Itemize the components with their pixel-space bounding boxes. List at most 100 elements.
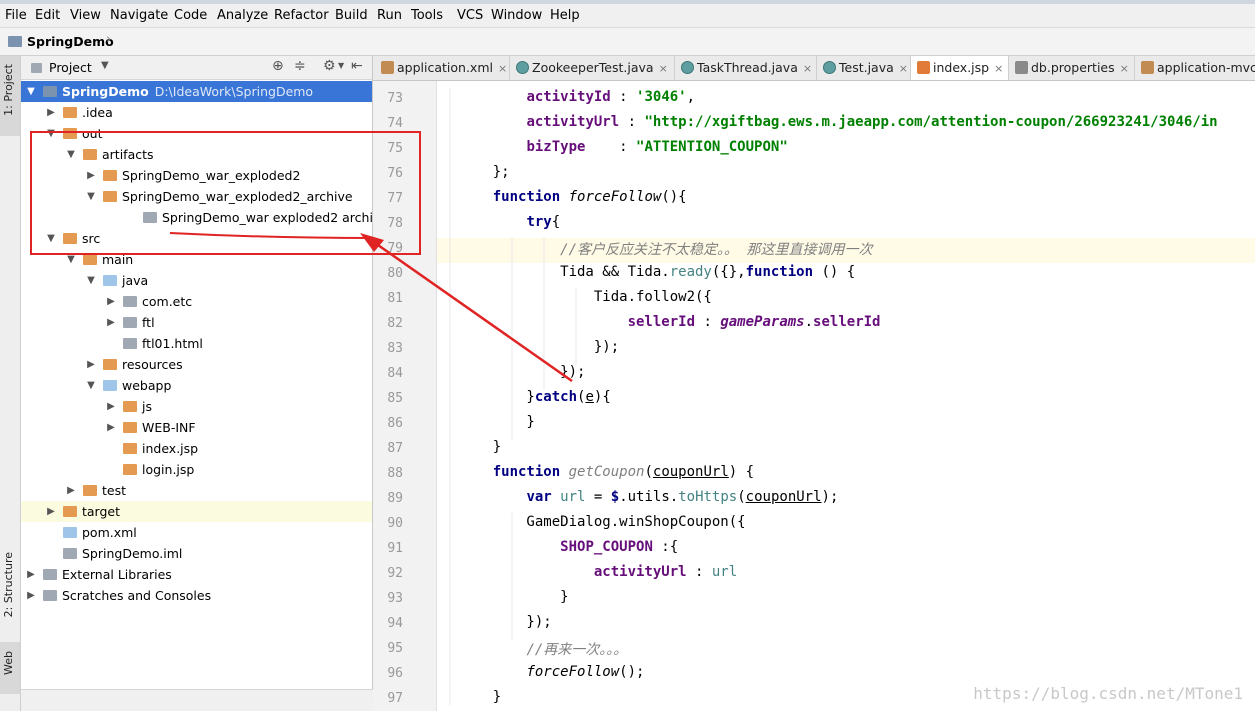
close-icon[interactable]: × <box>899 62 908 75</box>
chevron-down-icon[interactable]: ▼ <box>65 144 77 165</box>
editor-tab[interactable]: application.xml × <box>375 56 510 80</box>
gear-dropdown-icon[interactable]: ▼ <box>338 61 344 70</box>
chevron-right-icon[interactable]: ▶ <box>65 480 77 501</box>
menu-tools[interactable]: Tools <box>411 8 443 23</box>
tree-item[interactable]: ▶ .idea <box>21 102 372 123</box>
menu-run[interactable]: Run <box>377 8 402 23</box>
editor-tab[interactable]: index.jsp × <box>911 56 1009 80</box>
breadcrumb-project[interactable]: SpringDemo <box>27 34 114 49</box>
chevron-down-icon[interactable]: ▼ <box>85 186 97 207</box>
tree-item[interactable]: ▶ target <box>21 501 372 522</box>
code-token: url <box>560 489 586 505</box>
chevron-right-icon[interactable]: ▶ <box>105 417 117 438</box>
close-icon[interactable]: × <box>498 62 507 75</box>
chevron-down-icon[interactable]: ▼ <box>45 228 57 249</box>
code-line: }); <box>459 339 619 355</box>
tree-item[interactable]: SpringDemo_war exploded2 archive.war <box>21 207 372 228</box>
tree-item[interactable]: ▶ WEB-INF <box>21 417 372 438</box>
chevron-down-icon[interactable]: ▼ <box>85 270 97 291</box>
chevron-down-icon[interactable]: ▼ <box>25 81 37 102</box>
hide-panel-icon[interactable]: ⇤ <box>351 58 363 74</box>
chevron-right-icon[interactable]: ▶ <box>105 312 117 333</box>
menu-help[interactable]: Help <box>550 8 580 23</box>
menu-window[interactable]: Window <box>491 8 542 23</box>
tree-item[interactable]: ▼ out <box>21 123 372 144</box>
tree-item[interactable]: ▶ test <box>21 480 372 501</box>
code-token: }); <box>459 364 586 380</box>
chevron-right-icon[interactable]: ▶ <box>85 354 97 375</box>
chevron-right-icon[interactable]: ▶ <box>85 165 97 186</box>
menu-edit[interactable]: Edit <box>35 8 60 23</box>
tree-item[interactable]: ▼ SpringDemo D:\IdeaWork\SpringDemo <box>21 81 372 102</box>
dropdown-arrow-icon[interactable]: ▼ <box>101 60 109 71</box>
tree-item-label: SpringDemo_war_exploded2_archive <box>122 189 353 204</box>
structure-tool-tab[interactable]: 2: Structure <box>2 552 15 617</box>
tree-item[interactable]: ▶ js <box>21 396 372 417</box>
editor-tab-label: application-mvc <box>1157 60 1255 75</box>
project-panel: Project ▼ ⊕ ≑ ⚙ ▼ ⇤ ▼ SpringDemo D:\IdeaWo… <box>21 56 373 711</box>
menu-bar: File Edit View Navigate Code Analyze Ref… <box>0 0 1255 28</box>
locate-target-icon[interactable]: ⊕ <box>272 58 284 74</box>
editor-tab[interactable]: ZookeeperTest.java × <box>510 56 675 80</box>
chevron-right-icon[interactable]: ▶ <box>105 291 117 312</box>
tree-item[interactable]: ▶ com.etc <box>21 291 372 312</box>
project-tool-tab[interactable]: 1: Project <box>2 64 15 116</box>
tree-item[interactable]: ▼ java <box>21 270 372 291</box>
code-token: forceFollow <box>526 664 620 680</box>
chevron-down-icon[interactable]: ▼ <box>65 249 77 270</box>
chevron-right-icon[interactable]: ▶ <box>105 396 117 417</box>
chevron-right-icon[interactable]: ▶ <box>25 564 37 585</box>
folder-icon <box>103 359 117 370</box>
tree-item[interactable]: ▼ SpringDemo_war_exploded2_archive <box>21 186 372 207</box>
menu-analyze[interactable]: Analyze <box>217 8 268 23</box>
web-tool-tab[interactable]: Web <box>2 651 15 675</box>
tree-item[interactable]: pom.xml <box>21 522 372 543</box>
tree-item[interactable]: login.jsp <box>21 459 372 480</box>
menu-refactor[interactable]: Refactor <box>274 8 329 23</box>
menu-build[interactable]: Build <box>335 8 368 23</box>
menu-view[interactable]: View <box>70 8 101 23</box>
tree-item-label: webapp <box>122 378 172 393</box>
tree-item[interactable]: ▼ main <box>21 249 372 270</box>
tree-item[interactable]: ▶ External Libraries <box>21 564 372 585</box>
collapse-all-icon[interactable]: ≑ <box>294 58 306 74</box>
tree-item[interactable]: ftl01.html <box>21 333 372 354</box>
tree-item-label: pom.xml <box>82 525 137 540</box>
tree-item[interactable]: index.jsp <box>21 438 372 459</box>
editor-tab[interactable]: db.properties × <box>1009 56 1135 80</box>
chevron-right-icon[interactable]: ▶ <box>45 102 57 123</box>
tree-item[interactable]: ▶ resources <box>21 354 372 375</box>
line-number: 75 <box>387 141 403 156</box>
tree-item[interactable]: ▶ Scratches and Consoles <box>21 585 372 606</box>
tree-item[interactable]: ▶ SpringDemo_war_exploded2 <box>21 165 372 186</box>
close-icon[interactable]: × <box>659 62 668 75</box>
tree-item[interactable]: ▼ artifacts <box>21 144 372 165</box>
editor-tab[interactable]: TaskThread.java × <box>675 56 817 80</box>
close-icon[interactable]: × <box>1120 62 1129 75</box>
chevron-down-icon[interactable]: ▼ <box>85 375 97 396</box>
tree-item[interactable]: ▼ src <box>21 228 372 249</box>
iml-file-icon <box>63 548 77 559</box>
chevron-down-icon[interactable]: ▼ <box>45 123 57 144</box>
editor-tab[interactable]: application-mvc <box>1135 56 1255 80</box>
tree-item[interactable]: ▼ webapp <box>21 375 372 396</box>
editor-tab[interactable]: Test.java × <box>817 56 911 80</box>
code-token: couponUrl <box>652 464 729 480</box>
close-icon[interactable]: × <box>803 62 812 75</box>
code-token: var <box>526 489 552 505</box>
tree-item[interactable]: SpringDemo.iml <box>21 543 372 564</box>
chevron-right-icon[interactable]: ▶ <box>45 501 57 522</box>
menu-code[interactable]: Code <box>174 8 207 23</box>
project-view-selector[interactable]: Project <box>49 60 92 75</box>
tree-item[interactable]: ▶ ftl <box>21 312 372 333</box>
menu-file[interactable]: File <box>5 8 27 23</box>
code-line: GameDialog.winShopCoupon({ <box>459 514 745 530</box>
close-icon[interactable]: × <box>994 62 1003 75</box>
gear-icon[interactable]: ⚙ <box>323 58 336 74</box>
chevron-right-icon[interactable]: ▶ <box>25 585 37 606</box>
menu-vcs[interactable]: VCS <box>457 8 483 23</box>
folder-icon <box>123 422 137 433</box>
editor-tab-label: TaskThread.java <box>697 60 798 75</box>
menu-navigate[interactable]: Navigate <box>110 8 168 23</box>
